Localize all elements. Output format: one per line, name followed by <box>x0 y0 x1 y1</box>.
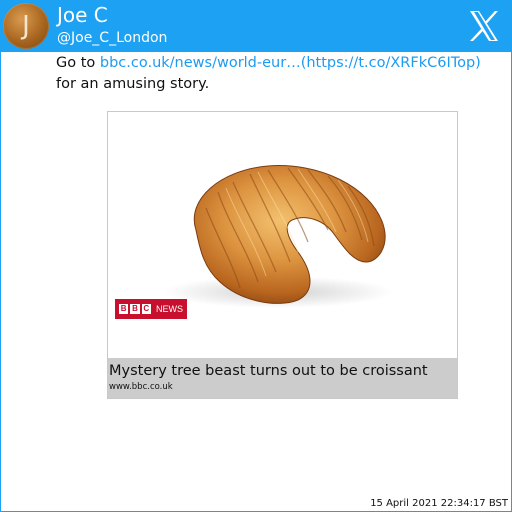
tweet-header: J Joe C @Joe_C_London <box>0 0 512 52</box>
bbc-block-2: B <box>130 304 140 314</box>
bbc-block-1: B <box>119 304 129 314</box>
tweet-text-prefix: Go to <box>56 55 100 71</box>
avatar[interactable]: J <box>3 3 49 49</box>
tweet-timestamp: 15 April 2021 22:34:17 BST <box>370 498 508 509</box>
bbc-news-word: NEWS <box>155 304 183 314</box>
avatar-letter: J <box>22 11 30 41</box>
bbc-block-3: C <box>141 304 151 314</box>
user-handle[interactable]: @Joe_C_London <box>57 29 167 47</box>
display-name[interactable]: Joe C <box>57 3 108 27</box>
tweet-text: Go to bbc.co.uk/news/world-eur…(https://… <box>56 53 502 95</box>
croissant-image <box>163 165 393 308</box>
tweet-link[interactable]: bbc.co.uk/news/world-eur…(https://t.co/X… <box>100 55 481 71</box>
card-title[interactable]: Mystery tree beast turns out to be crois… <box>109 362 428 380</box>
x-logo-icon[interactable] <box>466 8 502 44</box>
tweet-text-suffix: for an amusing story. <box>56 76 210 92</box>
card-image[interactable]: B B C NEWS <box>108 112 457 358</box>
card-domain: www.bbc.co.uk <box>109 382 173 392</box>
bbc-news-logo: B B C NEWS <box>115 299 187 319</box>
link-preview-card[interactable]: B B C NEWS Mystery tree beast turns out … <box>107 111 458 399</box>
card-footer[interactable]: Mystery tree beast turns out to be crois… <box>108 358 457 398</box>
